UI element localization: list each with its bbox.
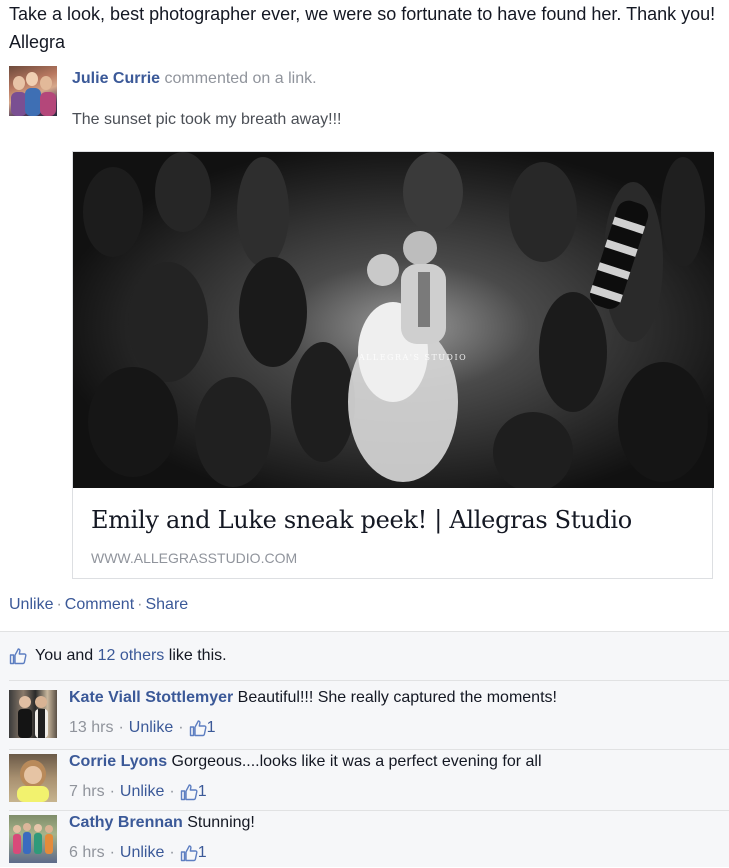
comment-timestamp[interactable]: 13 hrs bbox=[69, 717, 113, 739]
comment-text: Gorgeous....looks like it was a perfect … bbox=[171, 753, 542, 770]
comment-timestamp[interactable]: 6 hrs bbox=[69, 842, 105, 864]
comment-avatar[interactable] bbox=[9, 754, 57, 802]
divider bbox=[9, 749, 729, 750]
post-actions: Unlike · Comment · Share bbox=[9, 596, 188, 614]
comment-item: Corrie Lyons Gorgeous....looks like it w… bbox=[9, 751, 729, 807]
likes-others-link[interactable]: 12 others bbox=[98, 647, 165, 665]
shared-link-domain: WWW.ALLEGRASSTUDIO.COM bbox=[91, 550, 298, 566]
story-verb: commented on a link. bbox=[164, 70, 317, 87]
comment-avatar[interactable] bbox=[9, 815, 57, 863]
comment-link[interactable]: Comment bbox=[65, 596, 134, 613]
comment-like-count[interactable]: 1 bbox=[180, 781, 207, 803]
actor-name-link[interactable]: Julie Currie bbox=[72, 70, 160, 87]
unlike-link[interactable]: Unlike bbox=[9, 596, 53, 613]
meta-separator: · bbox=[109, 844, 115, 861]
action-separator: · bbox=[56, 596, 62, 613]
likes-suffix: like this. bbox=[168, 647, 227, 664]
story-header: Julie Currie commented on a link. bbox=[72, 70, 317, 88]
comment-unlike-link[interactable]: Unlike bbox=[120, 842, 164, 864]
meta-separator: · bbox=[169, 844, 175, 861]
comment-author-link[interactable]: Kate Viall Stottlemyer bbox=[69, 689, 233, 706]
comment-text: Beautiful!!! She really captured the mom… bbox=[237, 689, 557, 706]
comment-like-count[interactable]: 1 bbox=[189, 717, 216, 739]
like-thumb-icon bbox=[180, 784, 198, 801]
like-thumb-icon bbox=[189, 720, 207, 737]
comment-like-count[interactable]: 1 bbox=[180, 842, 207, 864]
shared-link-title[interactable]: Emily and Luke sneak peek! | Allegras St… bbox=[91, 506, 632, 534]
comment-item: Cathy Brennan Stunning! 6 hrs · Unlike · 1 bbox=[9, 812, 729, 868]
meta-separator: · bbox=[118, 719, 124, 736]
likes-summary: You and 12 others like this. bbox=[9, 647, 227, 665]
comment-unlike-link[interactable]: Unlike bbox=[129, 717, 173, 739]
post-text: Take a look, best photographer ever, we … bbox=[9, 4, 716, 52]
comment-like-number: 1 bbox=[197, 783, 207, 800]
action-separator: · bbox=[137, 596, 143, 613]
meta-separator: · bbox=[169, 783, 175, 800]
like-thumb-icon bbox=[180, 845, 198, 862]
likes-prefix: You and bbox=[35, 647, 94, 664]
comment-timestamp[interactable]: 7 hrs bbox=[69, 781, 105, 803]
divider bbox=[9, 680, 729, 681]
meta-separator: · bbox=[109, 783, 115, 800]
comment-item: Kate Viall Stottlemyer Beautiful!!! She … bbox=[9, 687, 729, 743]
story-message: The sunset pic took my breath away!!! bbox=[72, 111, 342, 128]
divider bbox=[9, 810, 729, 811]
actor-avatar[interactable] bbox=[9, 66, 57, 116]
image-watermark: ALLEGRA'S STUDIO bbox=[358, 353, 467, 362]
shared-link-image[interactable]: ALLEGRA'S STUDIO bbox=[73, 152, 714, 488]
comment-like-number: 1 bbox=[197, 844, 207, 861]
shared-link-card[interactable]: ALLEGRA'S STUDIO Emily and Luke sneak pe… bbox=[72, 151, 714, 579]
meta-separator: · bbox=[178, 719, 184, 736]
feedback-section: You and 12 others like this. Kate Viall … bbox=[0, 631, 729, 867]
share-link[interactable]: Share bbox=[145, 596, 188, 613]
comment-like-number: 1 bbox=[206, 719, 216, 736]
comment-author-link[interactable]: Cathy Brennan bbox=[69, 814, 183, 831]
comment-avatar[interactable] bbox=[9, 690, 57, 738]
comment-author-link[interactable]: Corrie Lyons bbox=[69, 753, 167, 770]
comment-text: Stunning! bbox=[187, 814, 255, 831]
like-thumb-icon bbox=[9, 648, 27, 665]
comment-unlike-link[interactable]: Unlike bbox=[120, 781, 164, 803]
